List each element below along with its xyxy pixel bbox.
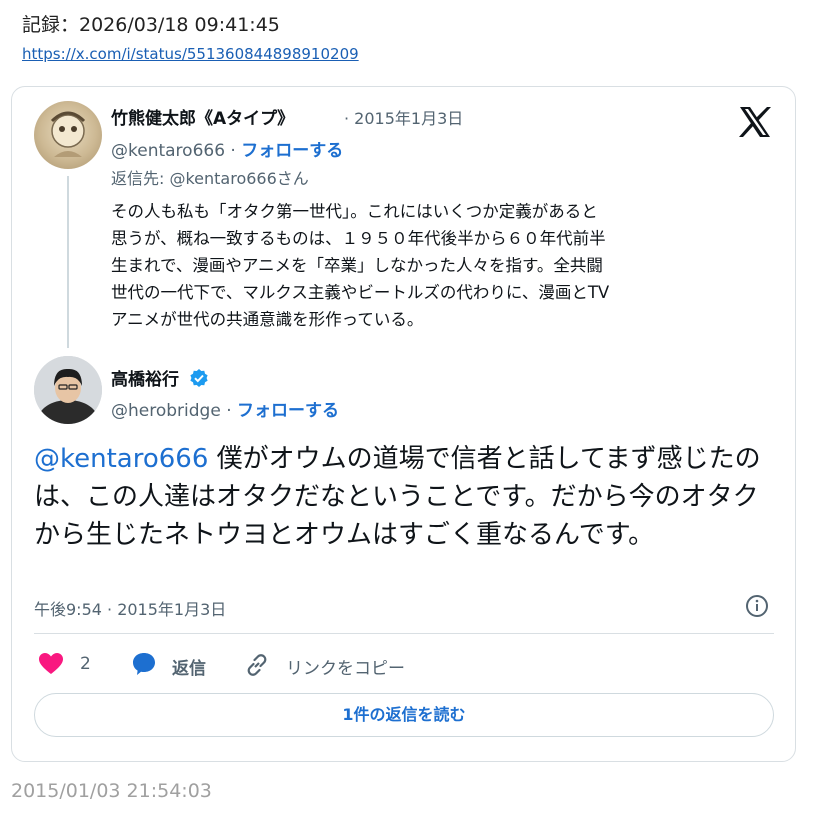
reply-bubble-icon[interactable] bbox=[131, 651, 157, 677]
quoted-handle[interactable]: @kentaro666 · bbox=[111, 141, 236, 161]
tweet-timestamp[interactable]: 午後9:54 · 2015年1月3日 bbox=[34, 596, 226, 620]
main-handle-row: @herobridge · フォローする bbox=[111, 396, 339, 421]
footer-date: 2015/01/03 21:54:03 bbox=[11, 780, 212, 802]
quoted-date[interactable]: · 2015年1月3日 bbox=[344, 105, 463, 129]
follow-button[interactable]: フォローする bbox=[241, 141, 343, 161]
read-replies-button[interactable]: 1件の返信を読む bbox=[34, 693, 774, 737]
x-logo-icon[interactable] bbox=[737, 105, 773, 139]
heart-icon[interactable] bbox=[38, 652, 64, 676]
main-handle[interactable]: @herobridge · bbox=[111, 401, 232, 421]
verified-badge-icon bbox=[190, 369, 208, 387]
link-icon[interactable] bbox=[244, 652, 270, 678]
mention-link[interactable]: @kentaro666 bbox=[34, 444, 208, 474]
info-icon[interactable] bbox=[745, 594, 769, 618]
quoted-text-line: その人も私も「オタク第一世代」。これにはいくつか定義があると bbox=[111, 202, 598, 221]
quoted-author-name[interactable]: 竹熊健太郎《Aタイプ》 bbox=[111, 104, 294, 129]
quoted-text-line: アニメが世代の共通意識を形作っている。 bbox=[111, 310, 424, 329]
reply-button[interactable]: 返信 bbox=[172, 654, 206, 679]
divider bbox=[34, 633, 774, 634]
follow-button[interactable]: フォローする bbox=[237, 401, 339, 421]
main-author-name[interactable]: 高橋裕行 bbox=[111, 365, 209, 390]
avatar[interactable] bbox=[34, 101, 102, 169]
like-count[interactable]: 2 bbox=[80, 654, 91, 674]
reply-to-label: 返信先: @kentaro666さん bbox=[111, 169, 309, 188]
quoted-text-line: 思うが、概ね一致するものは、１９５０年代後半から６０年代前半 bbox=[111, 229, 606, 248]
quoted-text-line: 世代の一代下で、マルクス主義やビートルズの代わりに、漫画とTV bbox=[111, 283, 610, 302]
quoted-text-line: 生まれで、漫画やアニメを「卒業」しなかった人々を指す。全共闘 bbox=[111, 256, 603, 275]
main-author-name-text[interactable]: 高橋裕行 bbox=[111, 370, 179, 390]
thread-line bbox=[67, 176, 69, 348]
copy-link-button[interactable]: リンクをコピー bbox=[286, 654, 405, 679]
main-tweet-text: @kentaro666 僕がオウムの道場で信者と話してまず感じたのは、この人達は… bbox=[34, 440, 774, 554]
avatar[interactable] bbox=[34, 356, 102, 424]
record-header: 記録：2026/03/18 09:41:45 bbox=[22, 14, 280, 36]
tweet-url-link[interactable]: https://x.com/i/status/55136084489891020… bbox=[22, 45, 359, 63]
quoted-tweet-text: その人も私も「オタク第一世代」。これにはいくつか定義があると 思うが、概ね一致す… bbox=[111, 198, 609, 333]
quoted-handle-row: @kentaro666 · フォローする bbox=[111, 136, 343, 161]
